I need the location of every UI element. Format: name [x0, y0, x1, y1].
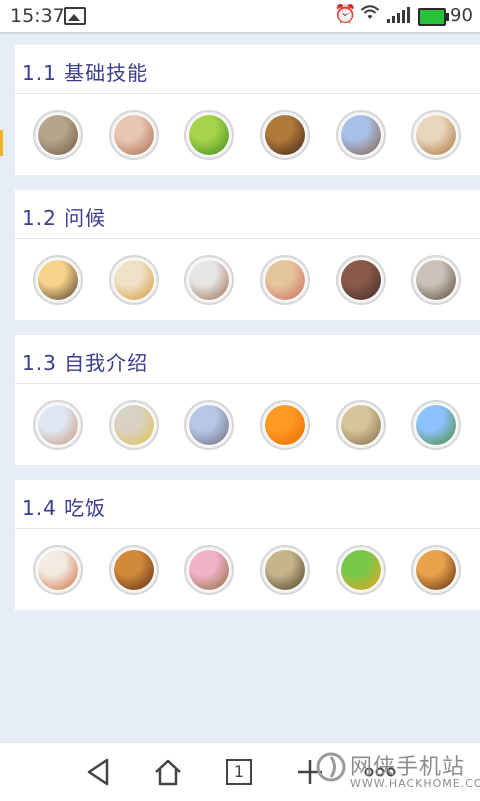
tabs-icon[interactable]: 1: [226, 759, 252, 785]
section-card-basic-skills: 1.1 基础技能: [15, 45, 480, 175]
thumbnail-image: [38, 405, 78, 445]
status-time: 15:37: [10, 5, 65, 27]
bottom-nav-bar: 1 网侠手机站 WWW.HACKHOME.COM: [0, 742, 480, 801]
section-card-greetings: 1.2 问候: [15, 190, 480, 320]
thumbnail-image: [416, 115, 456, 155]
thumbnail-image: [341, 405, 381, 445]
thumbnail-image: [189, 260, 229, 300]
sunset-thumbnail[interactable]: [33, 255, 83, 305]
back-icon[interactable]: [80, 755, 116, 789]
watermark: 网侠手机站 WWW.HACKHOME.COM: [316, 747, 480, 797]
building-thumbnail[interactable]: [336, 110, 386, 160]
thumbnail-image: [189, 550, 229, 590]
thumbnail-image: [341, 550, 381, 590]
section-title: 1.1 基础技能: [22, 61, 149, 85]
thumbnail-image: [114, 115, 154, 155]
donuts-thumbnail[interactable]: [184, 545, 234, 595]
thumbnail-image: [265, 550, 305, 590]
divider: [15, 93, 480, 94]
couple-thumbnail[interactable]: [184, 255, 234, 305]
bedroom-thumbnail[interactable]: [109, 400, 159, 450]
blonde-girl-thumbnail[interactable]: [336, 400, 386, 450]
divider: [15, 238, 480, 239]
section-card-self-introduction: 1.3 自我介绍: [15, 335, 480, 465]
divider: [15, 528, 480, 529]
image-icon: [64, 7, 86, 25]
thumbnail-image: [38, 115, 78, 155]
burger-thumbnail[interactable]: [411, 545, 461, 595]
thumbnail-image: [341, 115, 381, 155]
thumbnail-image: [114, 405, 154, 445]
people-thumbnail[interactable]: [109, 110, 159, 160]
thumbnail-image: [38, 550, 78, 590]
family-thumbnail[interactable]: [260, 255, 310, 305]
lime-juice-thumbnail[interactable]: [336, 545, 386, 595]
section-title: 1.2 问候: [22, 206, 107, 230]
wifi-icon: [360, 3, 380, 26]
girl-thumbnail[interactable]: [336, 255, 386, 305]
home-icon[interactable]: [150, 755, 186, 789]
thumbnail-image: [341, 260, 381, 300]
signal-icon: [387, 7, 411, 23]
thumbnail-image: [265, 115, 305, 155]
side-indicator: [0, 130, 3, 156]
thumbnail-image: [416, 260, 456, 300]
rice-thumbnail[interactable]: [260, 545, 310, 595]
orange-tiles-thumbnail[interactable]: [260, 400, 310, 450]
roast-chicken-thumbnail[interactable]: [109, 545, 159, 595]
battery-icon: [418, 8, 449, 26]
horse-thumbnail[interactable]: [260, 110, 310, 160]
thumbnail-image: [114, 260, 154, 300]
handshake-thumbnail[interactable]: [109, 255, 159, 305]
watermark-logo-icon: [316, 752, 346, 782]
section-title: 1.3 自我介绍: [22, 351, 149, 375]
battery-level: 90: [450, 5, 473, 26]
thumbnail-image: [189, 115, 229, 155]
alarm-icon: ⏰: [334, 4, 357, 25]
city-thumbnail[interactable]: [184, 400, 234, 450]
thumbnail-image: [265, 260, 305, 300]
mother-child-thumbnail[interactable]: [33, 400, 83, 450]
watermark-url: WWW.HACKHOME.COM: [350, 777, 480, 790]
bowls-thumbnail[interactable]: [411, 110, 461, 160]
thumbnail-image: [38, 260, 78, 300]
apple-thumbnail[interactable]: [184, 110, 234, 160]
thumbnail-image: [189, 405, 229, 445]
thumbnail-image: [265, 405, 305, 445]
section-card-eating: 1.4 吃饭: [15, 480, 480, 610]
tree-thumbnail[interactable]: [411, 400, 461, 450]
eating-thumbnail[interactable]: [33, 545, 83, 595]
section-title: 1.4 吃饭: [22, 496, 107, 520]
thumbnail-image: [114, 550, 154, 590]
divider: [15, 383, 480, 384]
thumbnail-image: [416, 550, 456, 590]
cat-thumbnail[interactable]: [33, 110, 83, 160]
thumbnail-image: [416, 405, 456, 445]
man-thumbnail[interactable]: [411, 255, 461, 305]
status-bar: 15:37 ⏰ 90: [0, 0, 480, 34]
